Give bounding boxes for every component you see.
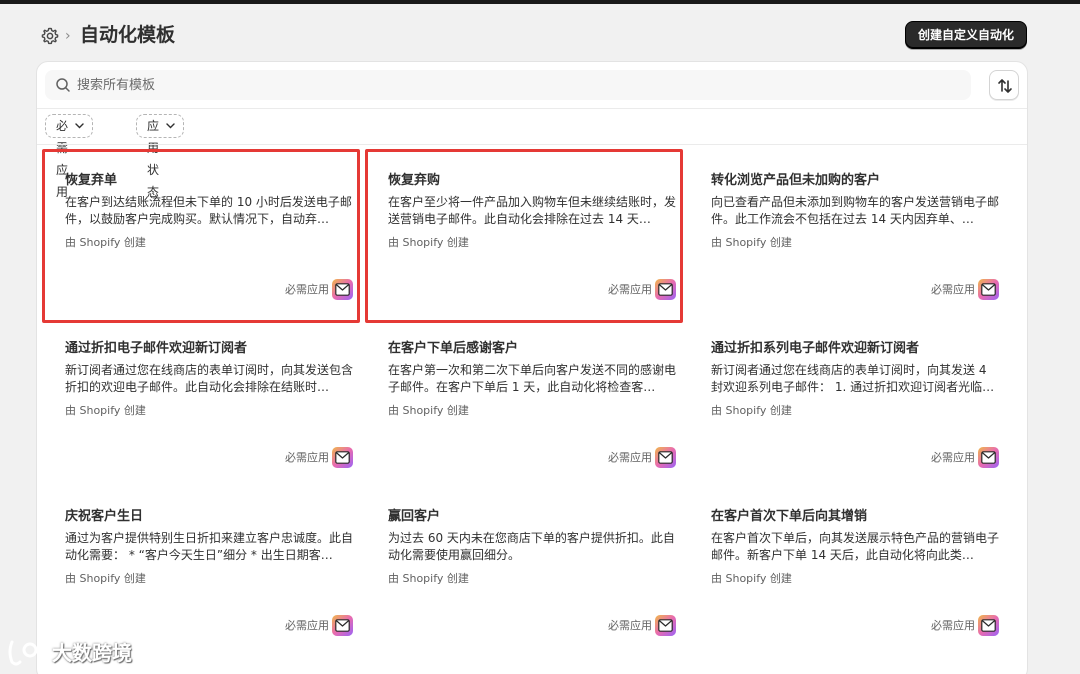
filter-required-app[interactable]: 必需应用 — [45, 114, 94, 199]
watermark-text: 大数跨境 — [52, 641, 132, 665]
breadcrumb-chevron-icon: › — [65, 28, 71, 44]
template-card[interactable]: 在客户首次下单后向其增销在客户首次下单后，向其发送展示特色产品的营销电子邮件。新… — [687, 482, 999, 646]
template-card[interactable]: 庆祝客户生日通过为客户提供特别生日折扣来建立客户忠诚度。此自动化需要： * “客… — [41, 482, 353, 646]
search-input[interactable] — [77, 70, 957, 100]
page-title: 自动化模板 — [80, 24, 176, 46]
mail-icon — [978, 447, 999, 468]
template-creator: 由 Shopify 创建 — [65, 572, 146, 585]
template-description: 在客户至少将一件产品加入购物车但未继续结账时，发送营销电子邮件。此自动化会排除在… — [388, 195, 677, 226]
template-creator: 由 Shopify 创建 — [711, 404, 792, 417]
mail-icon — [332, 279, 353, 300]
template-description: 为过去 60 天内未在您商店下单的客户提供折扣。此自动化需要使用赢回细分。 — [388, 531, 675, 562]
mail-icon — [332, 615, 353, 636]
template-card[interactable]: 通过折扣系列电子邮件欢迎新订阅者新订阅者通过您在线商店的表单订阅时，向其发送 4… — [687, 314, 999, 478]
template-creator: 由 Shopify 创建 — [388, 572, 469, 585]
sort-button[interactable] — [989, 70, 1019, 100]
mail-icon — [978, 615, 999, 636]
template-title: 在客户下单后感谢客户 — [388, 341, 519, 356]
template-app-status: 必需应用 — [285, 619, 329, 632]
template-title: 恢复弃购 — [388, 173, 441, 188]
mail-icon — [655, 615, 676, 636]
template-creator: 由 Shopify 创建 — [388, 236, 469, 249]
template-card[interactable]: 在客户下单后感谢客户在客户第一次和第二次下单后向客户发送不同的感谢电子邮件。在客… — [364, 314, 676, 478]
template-app-status: 必需应用 — [608, 619, 652, 632]
divider — [37, 108, 1027, 109]
mail-icon — [655, 279, 676, 300]
divider — [37, 144, 1027, 145]
template-app-status: 必需应用 — [608, 283, 652, 296]
chevron-down-icon — [166, 123, 175, 129]
template-title: 赢回客户 — [388, 509, 441, 524]
template-creator: 由 Shopify 创建 — [65, 404, 146, 417]
template-title: 转化浏览产品但未加购的客户 — [711, 173, 881, 188]
template-card[interactable]: 转化浏览产品但未加购的客户向已查看产品但未添加到购物车的客户发送营销电子邮件。此… — [687, 146, 999, 310]
create-custom-automation-button[interactable]: 创建自定义自动化 — [904, 21, 1027, 49]
mail-icon — [978, 279, 999, 300]
template-creator: 由 Shopify 创建 — [388, 404, 469, 417]
template-description: 在客户到达结账流程但未下单的 10 小时后发送电子邮件，以鼓励客户完成购买。默认… — [65, 195, 352, 226]
template-description: 向已查看产品但未添加到购物车的客户发送营销电子邮件。此工作流会不包括在过去 14… — [711, 195, 1000, 226]
template-title: 通过折扣电子邮件欢迎新订阅者 — [65, 341, 248, 356]
template-title: 恢复弃单 — [65, 173, 118, 188]
template-app-status: 必需应用 — [931, 619, 975, 632]
template-description: 在客户首次下单后，向其发送展示特色产品的营销电子邮件。新客户下单 14 天后，此… — [711, 531, 1000, 562]
template-title: 在客户首次下单后向其增销 — [711, 509, 868, 524]
search-icon — [56, 78, 70, 92]
mail-icon — [655, 447, 676, 468]
template-description: 在客户第一次和第二次下单后向客户发送不同的感谢电子邮件。在客户下单后 1 天，此… — [388, 363, 677, 394]
mail-icon — [332, 447, 353, 468]
template-app-status: 必需应用 — [608, 451, 652, 464]
template-card[interactable]: 恢复弃购在客户至少将一件产品加入购物车但未继续结账时，发送营销电子邮件。此自动化… — [364, 146, 676, 310]
template-creator: 由 Shopify 创建 — [65, 236, 146, 249]
template-description: 新订阅者通过您在线商店的表单订阅时，向其发送包含折扣的欢迎电子邮件。此自动化会排… — [65, 363, 354, 394]
search-bar[interactable] — [45, 70, 971, 100]
template-description: 通过为客户提供特别生日折扣来建立客户忠诚度。此自动化需要： * “客户今天生日”… — [65, 531, 354, 562]
template-creator: 由 Shopify 创建 — [711, 236, 792, 249]
template-app-status: 必需应用 — [931, 283, 975, 296]
template-title: 庆祝客户生日 — [65, 509, 144, 524]
template-title: 通过折扣系列电子邮件欢迎新订阅者 — [711, 341, 920, 356]
template-card[interactable]: 恢复弃单在客户到达结账流程但未下单的 10 小时后发送电子邮件，以鼓励客户完成购… — [41, 146, 353, 310]
top-bar — [0, 0, 1080, 4]
template-description: 新订阅者通过您在线商店的表单订阅时，向其发送 4 封欢迎系列电子邮件： 1. 通… — [711, 363, 995, 394]
template-card[interactable]: 通过折扣电子邮件欢迎新订阅者新订阅者通过您在线商店的表单订阅时，向其发送包含折扣… — [41, 314, 353, 478]
filter-app-status[interactable]: 应用状态 — [136, 114, 185, 199]
template-app-status: 必需应用 — [931, 451, 975, 464]
template-app-status: 必需应用 — [285, 451, 329, 464]
template-app-status: 必需应用 — [285, 283, 329, 296]
gear-icon[interactable] — [40, 26, 60, 46]
template-card[interactable]: 赢回客户为过去 60 天内未在您商店下单的客户提供折扣。此自动化需要使用赢回细分… — [364, 482, 676, 646]
templates-panel: 必需应用 应用状态 恢复弃单在客户到达结账流程但未下单的 10 小时后发送电子邮… — [36, 61, 1028, 674]
watermark-logo-icon — [8, 640, 48, 666]
sort-icon — [998, 79, 1012, 93]
page-header: › 自动化模板 创建自定义自动化 — [40, 21, 1030, 50]
template-creator: 由 Shopify 创建 — [711, 572, 792, 585]
chevron-down-icon — [75, 123, 84, 129]
